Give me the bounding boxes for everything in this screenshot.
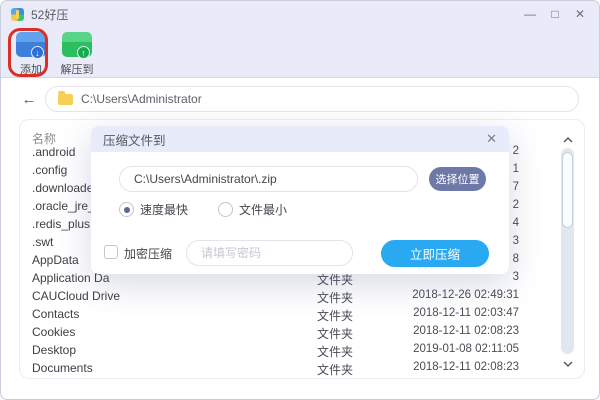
radio-fastest-speed[interactable] <box>119 202 134 217</box>
extract-button-label: 解压到 <box>61 61 94 77</box>
file-type: 文件夹 <box>317 361 353 378</box>
file-date: 3 <box>513 235 519 247</box>
window-chrome: 52好压 — □ ✕ ↓ 添加 ↑ 解压到 <box>1 1 599 78</box>
file-name: Desktop <box>32 343 76 357</box>
file-name: Cookies <box>32 325 75 339</box>
window-title: 52好压 <box>31 6 68 23</box>
maximize-button[interactable]: □ <box>546 5 564 23</box>
table-row[interactable]: CAUCloud Drive 文件夹 2018-12-26 02:49:31 <box>20 288 584 306</box>
radio-smallest-file[interactable] <box>218 202 233 217</box>
table-row[interactable]: Documents 文件夹 2018-12-11 02:08:23 <box>20 360 584 378</box>
table-row[interactable]: Desktop 文件夹 2019-01-08 02:11:05 <box>20 342 584 360</box>
address-input[interactable] <box>81 92 521 106</box>
archive-add-icon: ↓ <box>16 32 46 57</box>
file-date: 1 <box>513 163 519 175</box>
address-bar: ← <box>1 79 599 119</box>
file-name: .redis_plus <box>32 217 90 231</box>
file-date: 2018-12-11 02:08:23 <box>413 361 519 373</box>
file-name: .downloader <box>32 181 97 195</box>
file-type: 文件夹 <box>317 343 353 360</box>
file-name: .swt <box>32 235 53 249</box>
file-date: 2019-01-08 02:11:05 <box>413 343 519 355</box>
dialog-title: 压缩文件到 <box>103 130 166 149</box>
password-input[interactable] <box>201 246 356 260</box>
file-name: AppData <box>32 253 79 267</box>
arrow-down-icon: ↓ <box>31 46 44 59</box>
archive-extract-icon: ↑ <box>62 32 92 57</box>
destination-path-input[interactable] <box>119 166 418 192</box>
toolbar: ↓ 添加 ↑ 解压到 <box>1 28 95 78</box>
scrollbar-thumb[interactable] <box>562 152 573 228</box>
compression-mode-options: 速度最快 文件最小 <box>119 201 311 218</box>
dialog-close-icon[interactable]: ✕ <box>486 131 497 147</box>
address-box[interactable] <box>45 86 579 112</box>
file-name: Documents <box>32 361 93 375</box>
compress-dialog: 压缩文件到 ✕ 选择位置 速度最快 文件最小 加密压缩 立即压缩 <box>91 126 509 274</box>
file-date: 8 <box>513 253 519 265</box>
file-date: 2 <box>513 145 519 157</box>
radio-smallest-file-label: 文件最小 <box>239 201 287 218</box>
close-button[interactable]: ✕ <box>571 5 589 23</box>
file-date: 4 <box>513 217 519 229</box>
folder-icon <box>58 94 73 105</box>
extract-button[interactable]: ↑ 解压到 <box>59 28 95 77</box>
compress-now-button[interactable]: 立即压缩 <box>381 240 489 267</box>
app-window: 52好压 — □ ✕ ↓ 添加 ↑ 解压到 ← <box>0 0 600 400</box>
table-row[interactable]: Contacts 文件夹 2018-12-11 02:03:47 <box>20 306 584 324</box>
scroll-up-icon[interactable] <box>563 136 573 144</box>
password-box[interactable] <box>186 240 353 266</box>
title-bar[interactable]: 52好压 — □ ✕ <box>1 1 599 27</box>
file-date: 2 <box>513 199 519 211</box>
scroll-down-icon[interactable] <box>563 360 573 368</box>
arrow-up-icon: ↑ <box>77 46 90 59</box>
encrypt-checkbox-label: 加密压缩 <box>124 245 172 262</box>
file-name: Contacts <box>32 307 79 321</box>
add-button[interactable]: ↓ 添加 <box>13 28 49 77</box>
file-date: 2018-12-11 02:08:23 <box>413 325 519 337</box>
file-date: 7 <box>513 181 519 193</box>
file-type: 文件夹 <box>317 289 353 306</box>
file-date: 2018-12-26 02:49:31 <box>412 289 519 301</box>
app-logo-icon <box>11 8 24 21</box>
file-name: CAUCloud Drive <box>32 289 120 303</box>
encrypt-checkbox[interactable] <box>104 245 118 259</box>
minimize-button[interactable]: — <box>521 5 539 23</box>
file-type: 文件夹 <box>317 325 353 342</box>
scrollbar[interactable] <box>561 148 574 354</box>
add-button-label: 添加 <box>20 61 42 77</box>
file-date: 2018-12-11 02:03:47 <box>413 307 519 319</box>
dialog-header: 压缩文件到 ✕ <box>91 126 509 152</box>
radio-fastest-speed-label: 速度最快 <box>140 201 188 218</box>
back-arrow-icon[interactable]: ← <box>17 91 41 108</box>
file-type: 文件夹 <box>317 307 353 324</box>
table-row[interactable]: Cookies 文件夹 2018-12-11 02:08:23 <box>20 324 584 342</box>
file-name: .android <box>32 145 75 159</box>
file-date: 3 <box>513 271 519 283</box>
file-name: .config <box>32 163 67 177</box>
choose-location-button[interactable]: 选择位置 <box>429 167 486 191</box>
